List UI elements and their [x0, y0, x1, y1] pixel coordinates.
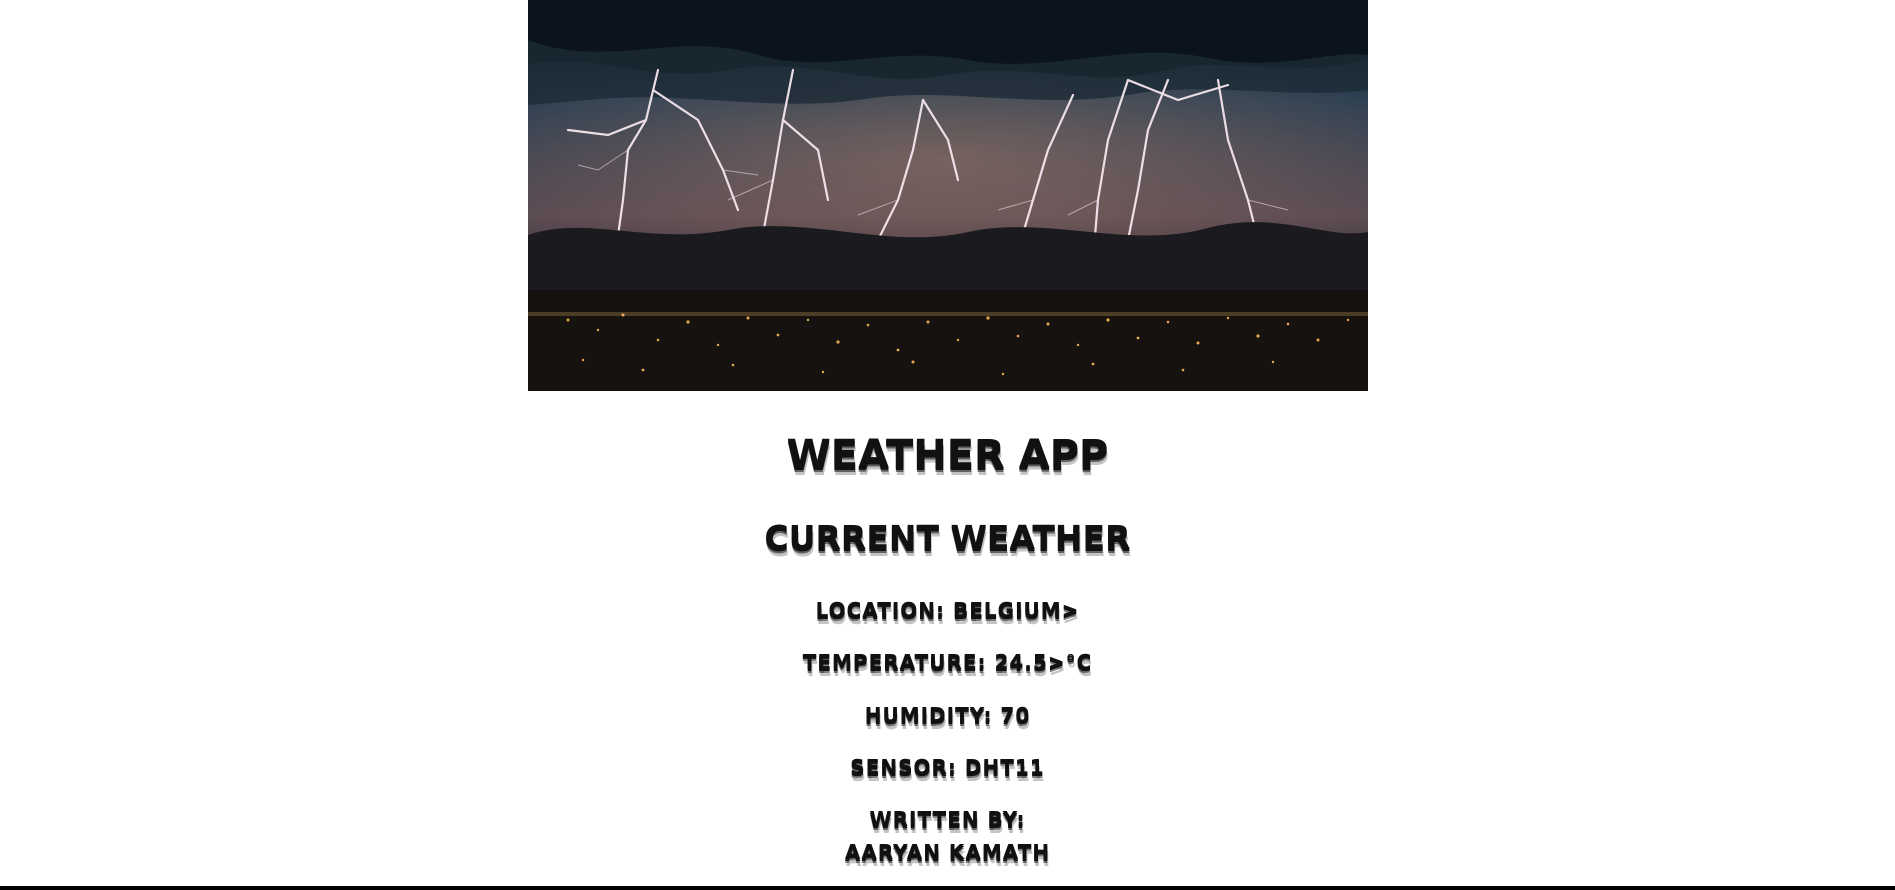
app-title: WEATHER APP — [786, 432, 1109, 478]
sensor-reading: SENSOR: DHT11 — [850, 755, 1045, 779]
credits-label: WRITTEN BY: — [869, 807, 1026, 831]
location-reading: LOCATION: BELGIUM> — [815, 598, 1080, 622]
header-image — [528, 0, 1368, 391]
weather-page: WEATHER APP CURRENT WEATHER LOCATION: BE… — [0, 0, 1895, 890]
humidity-reading: HUMIDITY: 70 — [864, 703, 1031, 727]
bottom-divider — [0, 886, 1895, 890]
credits-author: AARYAN KAMATH — [844, 840, 1051, 864]
temperature-reading: TEMPERATURE: 24.5>°C — [802, 650, 1093, 674]
section-title: CURRENT WEATHER — [764, 518, 1131, 557]
